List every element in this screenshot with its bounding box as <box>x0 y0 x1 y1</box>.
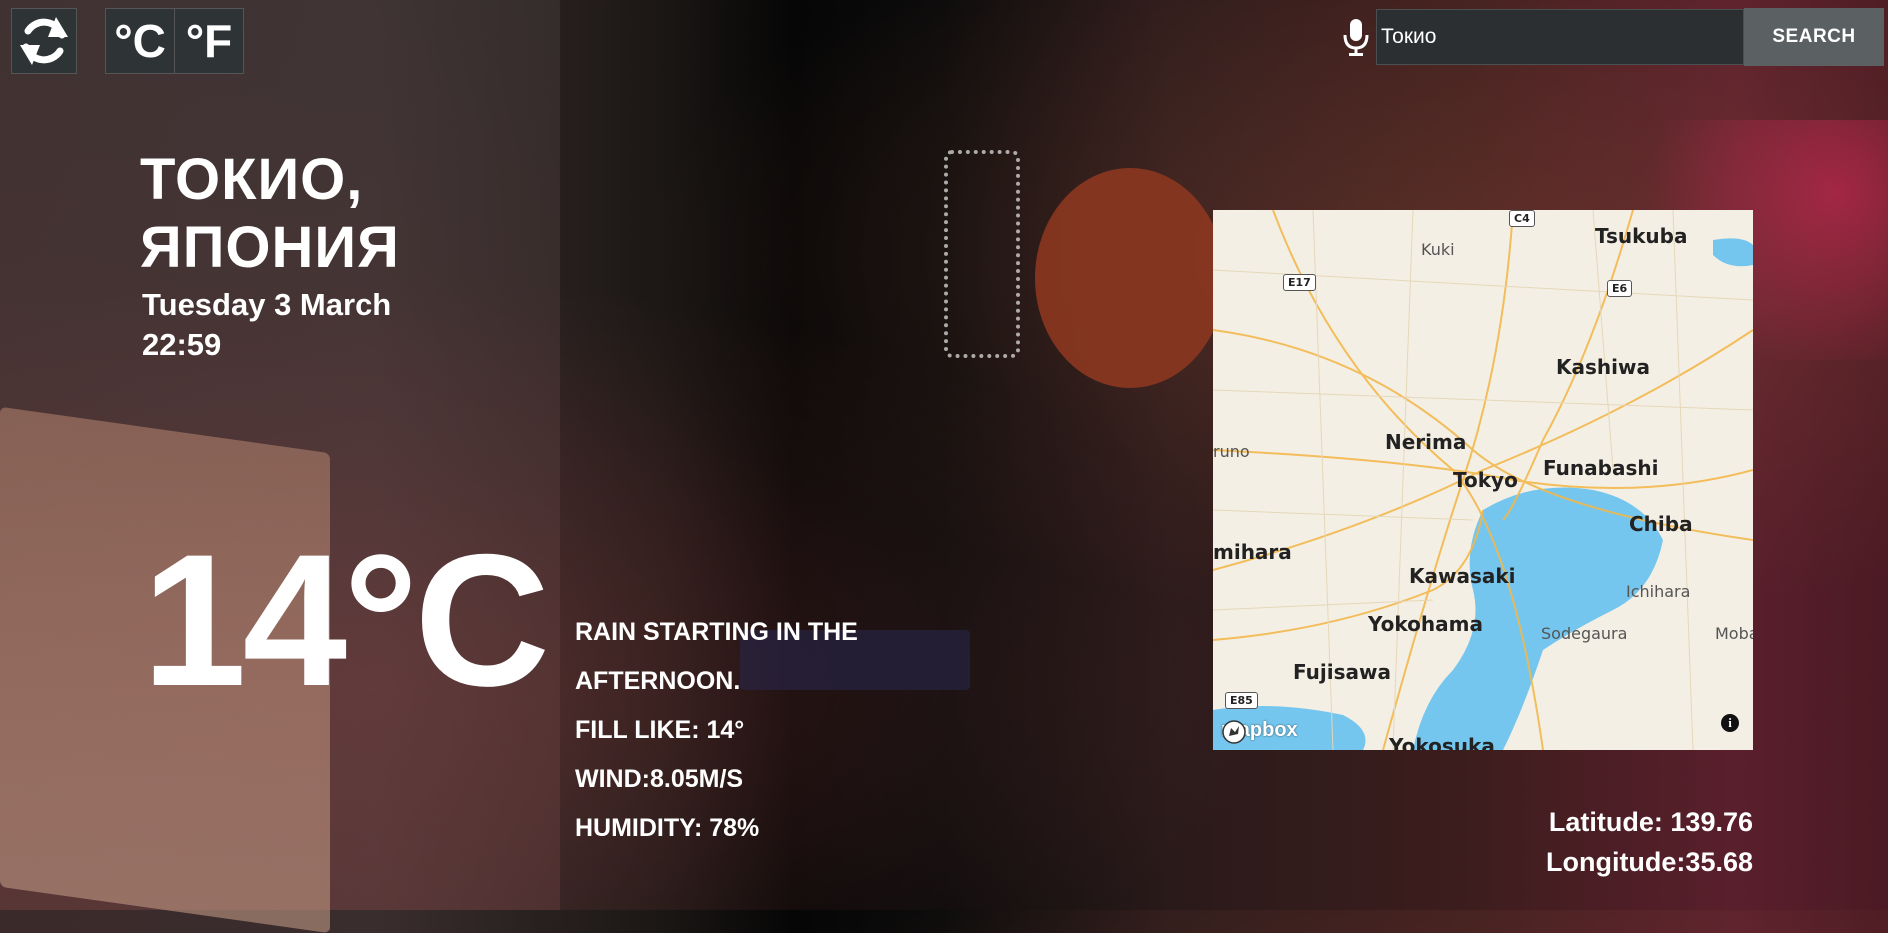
map-label: Fujisawa <box>1293 660 1391 684</box>
map-label: Nerima <box>1385 430 1467 454</box>
map-label: Tokyo <box>1453 468 1518 492</box>
longitude: Longitude:35.68 <box>1545 847 1753 877</box>
voice-search-button[interactable] <box>1336 8 1376 66</box>
map-label: Moba <box>1715 624 1753 643</box>
coordinates: Latitude: 139.76 Longitude:35.68 <box>1546 802 1753 882</box>
map-label: mihara <box>1213 540 1292 564</box>
road-badge: C4 <box>1509 210 1535 227</box>
current-date: Tuesday 3 March <box>142 287 392 322</box>
road-badge: E17 <box>1283 274 1316 291</box>
latitude: Latitude: 139.76 <box>1548 807 1753 837</box>
road-badge: E6 <box>1607 280 1633 297</box>
mapbox-logo[interactable]: mapbox <box>1221 719 1298 744</box>
celsius-button[interactable]: °C <box>106 9 174 73</box>
weather-summary: RAIN STARTING IN THE AFTERNOON. <box>575 618 858 695</box>
fahrenheit-button[interactable]: °F <box>174 9 243 73</box>
temperature-value: 14°C <box>142 515 550 725</box>
microphone-icon <box>1343 19 1369 56</box>
location-map[interactable]: Tsukuba Kashiwa Nerima Tokyo Funabashi C… <box>1213 210 1753 750</box>
map-label: Ichihara <box>1626 582 1691 601</box>
map-label: Funabashi <box>1543 456 1659 480</box>
city-name: ТОКИО, ЯПОНИЯ <box>140 147 400 280</box>
search-button[interactable]: SEARCH <box>1744 8 1884 66</box>
road-badge: E85 <box>1225 692 1258 709</box>
map-label: Kashiwa <box>1556 355 1650 379</box>
map-label: Kuki <box>1421 240 1455 259</box>
map-label: Yokosuka <box>1389 734 1495 750</box>
map-label: Chiba <box>1629 512 1693 536</box>
current-time: 22:59 <box>142 327 222 362</box>
wind-speed: WIND:8.05M/S <box>575 765 744 793</box>
unit-toggle: °C °F <box>105 8 244 74</box>
background-stone-sign <box>1035 168 1225 388</box>
background-building-left <box>0 0 560 910</box>
search-bar: SEARCH <box>1336 8 1888 66</box>
weather-details: RAIN STARTING IN THE AFTERNOON. FILL LIK… <box>575 608 935 853</box>
map-label: Yokohama <box>1368 612 1483 636</box>
refresh-button[interactable] <box>11 8 77 74</box>
search-input[interactable] <box>1376 9 1744 65</box>
mapbox-icon <box>1222 720 1246 744</box>
refresh-icon <box>20 17 68 65</box>
map-label: Kawasaki <box>1409 564 1516 588</box>
background-neon-sign <box>944 150 1020 358</box>
feels-like: FILL LIKE: 14° <box>575 716 745 744</box>
map-label: Tsukuba <box>1595 224 1688 248</box>
info-icon[interactable]: i <box>1721 714 1739 732</box>
humidity: HUMIDITY: 78% <box>575 814 760 842</box>
map-label: runo <box>1213 442 1250 461</box>
map-label: Sodegaura <box>1541 624 1628 643</box>
